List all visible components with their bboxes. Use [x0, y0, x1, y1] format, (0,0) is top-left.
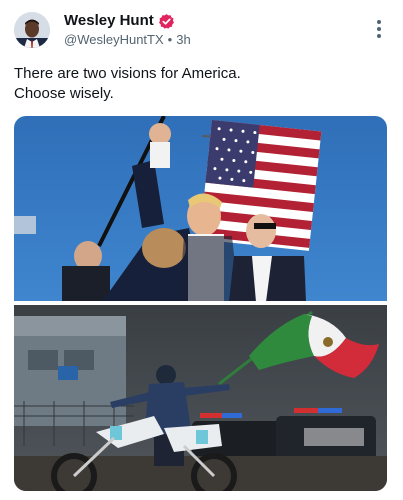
post-header: Wesley Hunt @WesleyHuntTX • 3h	[14, 10, 389, 50]
media-composite	[14, 116, 387, 491]
handle[interactable]: @WesleyHuntTX	[64, 32, 164, 48]
timestamp[interactable]: 3h	[176, 32, 190, 48]
post-text: There are two visions for America. Choos…	[14, 64, 386, 104]
display-name[interactable]: Wesley Hunt	[64, 12, 154, 30]
top-photo	[14, 116, 387, 306]
separator-dot: •	[167, 32, 173, 47]
verified-badge-icon	[158, 13, 175, 30]
post-media[interactable]	[14, 116, 387, 491]
post-text-line-1: There are two visions for America.	[14, 65, 241, 82]
more-options-icon[interactable]	[369, 18, 389, 40]
post-text-line-2: Choose wisely.	[14, 85, 114, 102]
bottom-photo	[14, 305, 387, 491]
avatar-image	[14, 12, 50, 48]
name-row: Wesley Hunt	[64, 12, 175, 30]
avatar[interactable]	[14, 12, 50, 48]
sub-row: @WesleyHuntTX • 3h	[64, 32, 191, 48]
